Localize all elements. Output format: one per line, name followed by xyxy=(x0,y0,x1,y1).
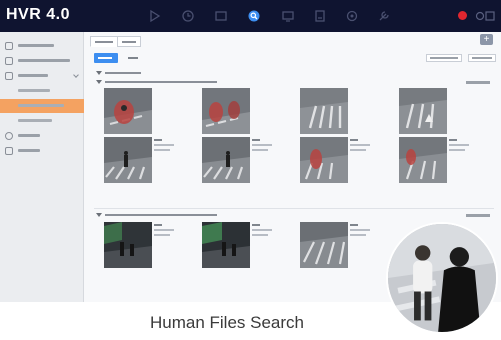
sidebar-item-5[interactable] xyxy=(0,144,84,158)
export-button[interactable] xyxy=(468,54,496,62)
feature-caption: Human Files Search xyxy=(150,313,305,332)
app-logo: HVR 4.0 xyxy=(6,6,70,23)
chevron-down-icon xyxy=(73,72,79,78)
storage-icon[interactable] xyxy=(313,9,327,23)
search-icon[interactable] xyxy=(247,9,261,23)
sidebar-item-3[interactable] xyxy=(0,69,84,83)
sidebar-item-label xyxy=(18,44,54,47)
result-meta xyxy=(350,224,374,239)
sidebar-item-1[interactable] xyxy=(0,39,84,53)
result-meta xyxy=(252,139,276,154)
monitor-icon[interactable] xyxy=(281,9,295,23)
result-meta xyxy=(449,139,473,154)
pedestrian-closeup-image xyxy=(386,222,498,334)
button-label xyxy=(128,57,138,59)
view-mode-button[interactable] xyxy=(94,53,118,63)
time-button[interactable] xyxy=(124,53,140,63)
result-thumbnail[interactable] xyxy=(202,222,250,268)
result-thumbnail[interactable] xyxy=(104,88,152,134)
tab-label xyxy=(95,41,113,43)
alarm-indicator-icon[interactable] xyxy=(458,11,467,20)
sidebar-item-label xyxy=(18,119,52,122)
group-header-label xyxy=(105,81,217,83)
tools-icon xyxy=(5,147,13,155)
result-thumbnail[interactable] xyxy=(104,222,152,268)
sidebar-subitem-active[interactable] xyxy=(0,99,84,113)
chevron-down-icon xyxy=(96,71,102,75)
chevron-down-icon xyxy=(96,80,102,84)
select-all-label xyxy=(105,72,141,74)
result-thumbnail[interactable] xyxy=(399,88,447,134)
account-icon[interactable] xyxy=(474,9,496,23)
chevron-down-icon xyxy=(96,213,102,217)
gear-icon xyxy=(5,132,13,140)
tools-icon[interactable] xyxy=(377,9,391,23)
result-meta xyxy=(154,139,178,154)
playback-icon[interactable] xyxy=(148,9,162,23)
filter-button[interactable] xyxy=(426,54,462,62)
result-thumbnail[interactable] xyxy=(399,137,447,183)
group-count xyxy=(466,81,490,84)
layout-icon[interactable] xyxy=(214,9,228,23)
result-meta xyxy=(252,224,276,239)
top-navigation-bar: HVR 4.0 xyxy=(0,0,501,32)
result-thumbnail[interactable] xyxy=(202,137,250,183)
button-label xyxy=(472,57,492,59)
sidebar-item-label xyxy=(18,74,48,77)
sidebar-item-2[interactable] xyxy=(0,54,84,68)
sidebar-item-label xyxy=(18,59,70,62)
result-thumbnail[interactable] xyxy=(300,137,348,183)
sidebar-item-label xyxy=(18,149,40,152)
sidebar-item-label xyxy=(18,134,40,137)
result-thumbnail[interactable] xyxy=(104,137,152,183)
group-header-label xyxy=(105,214,217,216)
sidebar-subitem-3[interactable] xyxy=(0,114,84,128)
sidebar-subitem-1[interactable] xyxy=(0,84,84,98)
result-meta xyxy=(154,224,178,239)
time-icon[interactable] xyxy=(181,9,195,23)
result-meta xyxy=(350,139,374,154)
sidebar-item-label xyxy=(18,104,64,107)
grid-icon xyxy=(5,42,13,50)
tab-results[interactable] xyxy=(117,36,141,47)
tab-label xyxy=(122,41,136,43)
grid-icon xyxy=(5,57,13,65)
button-label xyxy=(98,57,112,59)
sidebar-item-label xyxy=(18,89,50,92)
grid-icon xyxy=(5,72,13,80)
product-showcase: HVR 4.0 + Human Files Search xyxy=(0,0,501,340)
sidebar xyxy=(0,32,84,302)
button-label xyxy=(430,57,458,59)
tab-search[interactable] xyxy=(90,36,118,47)
add-button[interactable]: + xyxy=(480,34,493,45)
sidebar-item-4[interactable] xyxy=(0,129,84,143)
result-thumbnail[interactable] xyxy=(300,222,348,268)
group-divider xyxy=(94,208,494,209)
result-thumbnail[interactable] xyxy=(300,88,348,134)
result-thumbnail[interactable] xyxy=(202,88,250,134)
settings-icon[interactable] xyxy=(345,9,359,23)
group-count xyxy=(466,214,490,217)
